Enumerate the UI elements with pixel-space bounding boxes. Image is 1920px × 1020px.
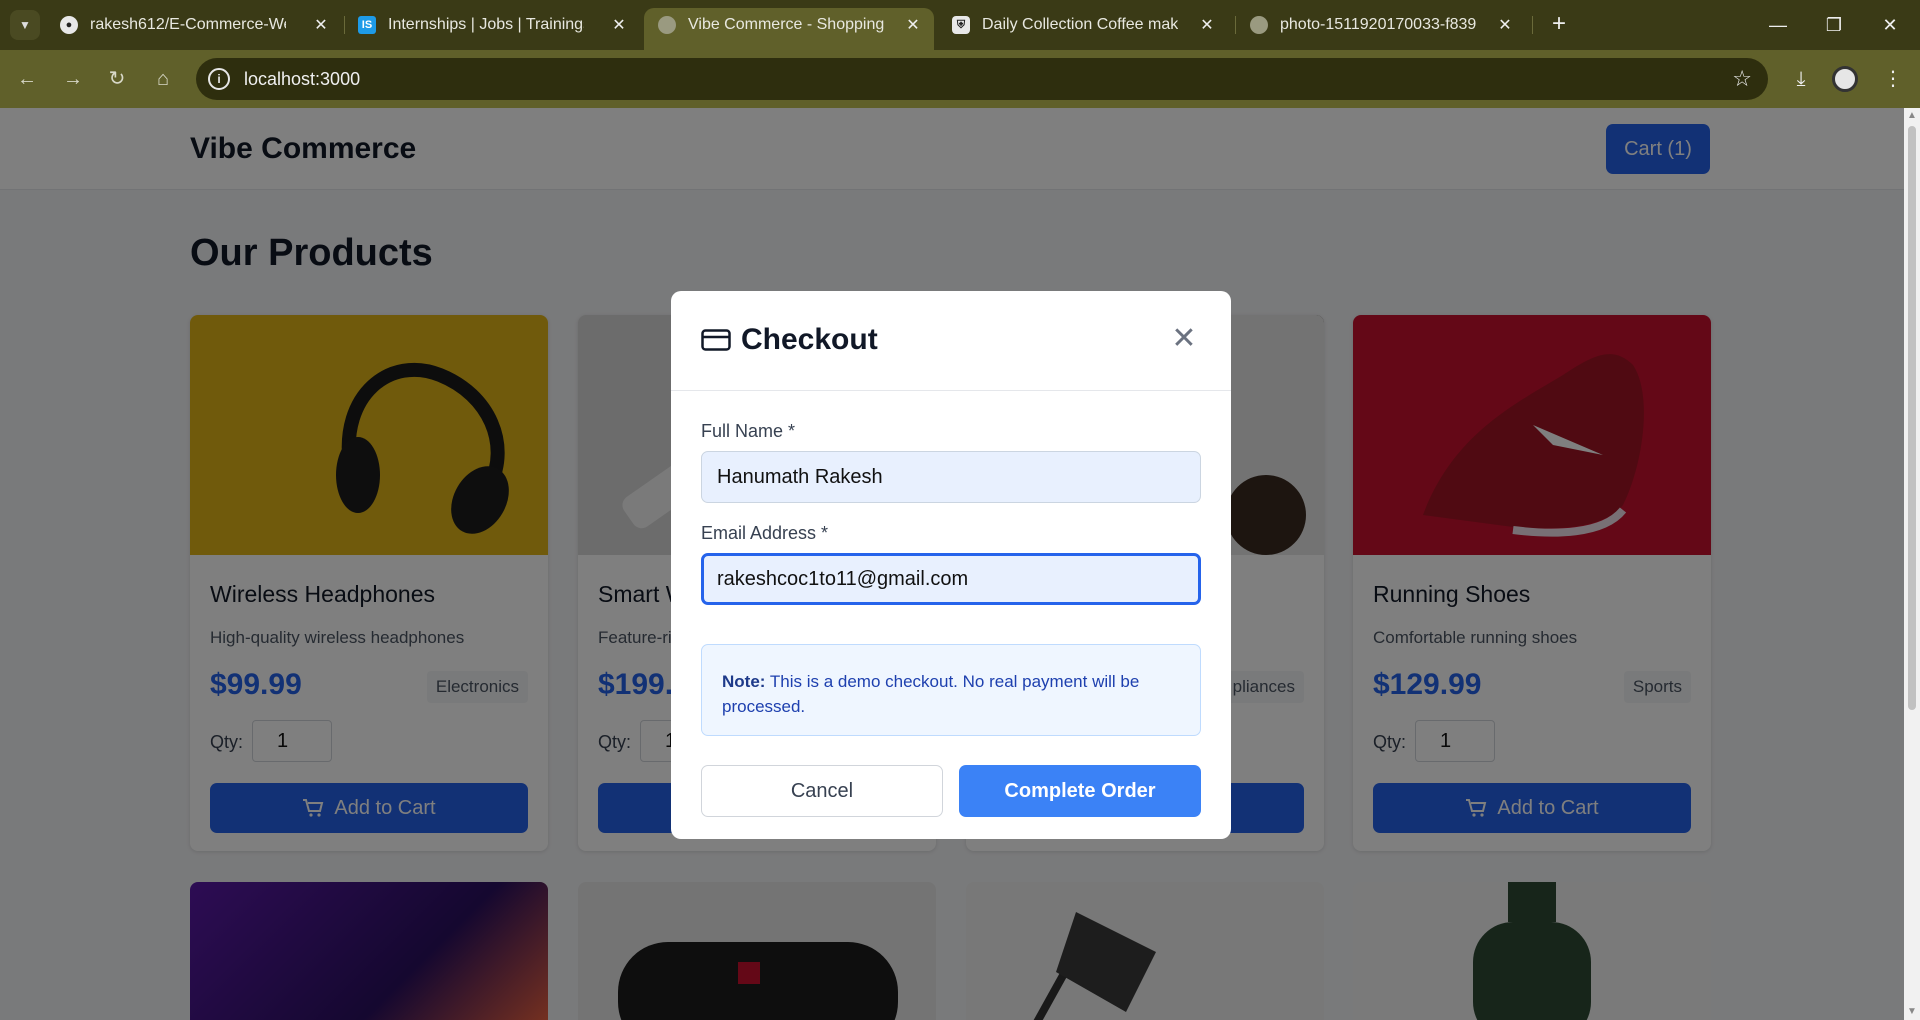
demo-note: Note: This is a demo checkout. No real p… (701, 644, 1201, 736)
back-arrow-icon[interactable]: ← (12, 64, 42, 94)
new-tab-plus-icon[interactable]: + (1544, 10, 1574, 40)
browser-tab-philips[interactable]: ⛨ Daily Collection Coffee maker H ✕ (938, 8, 1228, 42)
page-scrollbar[interactable]: ▲ ▼ (1904, 108, 1920, 1020)
email-label: Email Address * (701, 523, 829, 543)
tab-title: Daily Collection Coffee maker H (982, 16, 1178, 33)
github-icon: ● (60, 16, 78, 34)
philips-shield-icon: ⛨ (952, 16, 970, 34)
full-name-input[interactable]: Hanumath Rakesh (701, 451, 1201, 503)
tab-close-icon[interactable]: ✕ (904, 15, 922, 35)
complete-order-button[interactable]: Complete Order (959, 765, 1201, 817)
is-logo-icon: IS (358, 16, 376, 34)
globe-icon (658, 16, 676, 34)
tab-close-icon[interactable]: ✕ (610, 15, 628, 35)
tab-title: rakesh612/E-Commerce-Websit (90, 16, 286, 33)
window-close-icon[interactable]: ✕ (1862, 0, 1918, 50)
note-heading: Note: (722, 672, 766, 691)
browser-tab-bar: ▼ ● rakesh612/E-Commerce-Websit ✕ IS Int… (0, 0, 1920, 50)
browser-tab-photo[interactable]: photo-1511920170033-f839692 ✕ (1236, 8, 1526, 42)
credit-card-icon (701, 329, 731, 351)
home-icon[interactable]: ⌂ (148, 64, 178, 94)
modal-header: Checkout ✕ (671, 291, 1231, 391)
site-info-icon[interactable]: i (208, 68, 230, 90)
checkout-modal: Checkout ✕ Full Name * Hanumath Rakesh E… (671, 291, 1231, 839)
url-text[interactable]: localhost:3000 (244, 69, 360, 90)
scrollbar-thumb[interactable] (1908, 126, 1916, 710)
reload-icon[interactable]: ↻ (102, 64, 132, 94)
restore-icon[interactable]: ❐ (1806, 0, 1862, 50)
note-text: This is a demo checkout. No real payment… (722, 672, 1140, 716)
modal-title: Checkout (741, 323, 878, 356)
kebab-menu-icon[interactable]: ⋮ (1878, 64, 1908, 94)
browser-tab-github[interactable]: ● rakesh612/E-Commerce-Websit ✕ (46, 8, 342, 42)
browser-tab-internshala[interactable]: IS Internships | Jobs | Trainings & I ✕ (344, 8, 640, 42)
globe-icon (1250, 16, 1268, 34)
tab-close-icon[interactable]: ✕ (1198, 15, 1216, 35)
address-bar[interactable]: i localhost:3000 ☆ (196, 58, 1768, 100)
download-icon[interactable]: ⤓ (1786, 64, 1816, 94)
cancel-button[interactable]: Cancel (701, 765, 943, 817)
tab-divider (1532, 16, 1533, 34)
page-viewport: Vibe Commerce Cart (1) Our Products Wire… (0, 108, 1904, 1020)
profile-avatar[interactable] (1832, 66, 1858, 92)
tab-title: Internships | Jobs | Trainings & I (388, 16, 584, 33)
tab-close-icon[interactable]: ✕ (312, 15, 330, 35)
bookmark-star-icon[interactable]: ☆ (1732, 66, 1752, 92)
scroll-down-arrow-icon[interactable]: ▼ (1907, 1006, 1917, 1017)
close-icon[interactable]: ✕ (1169, 324, 1199, 355)
forward-arrow-icon[interactable]: → (58, 64, 88, 94)
email-input[interactable]: rakeshcoc1to11@gmail.com (701, 553, 1201, 605)
full-name-label: Full Name * (701, 421, 796, 441)
browser-tab-vibe-commerce[interactable]: Vibe Commerce - Shopping Car ✕ (644, 8, 934, 50)
minimize-icon[interactable]: — (1750, 0, 1806, 50)
scroll-up-arrow-icon[interactable]: ▲ (1907, 110, 1917, 121)
tab-close-icon[interactable]: ✕ (1496, 15, 1514, 35)
tab-title: Vibe Commerce - Shopping Car (688, 16, 884, 33)
tab-search-chevron-icon[interactable]: ▼ (10, 10, 40, 40)
tab-title: photo-1511920170033-f839692 (1280, 16, 1476, 33)
